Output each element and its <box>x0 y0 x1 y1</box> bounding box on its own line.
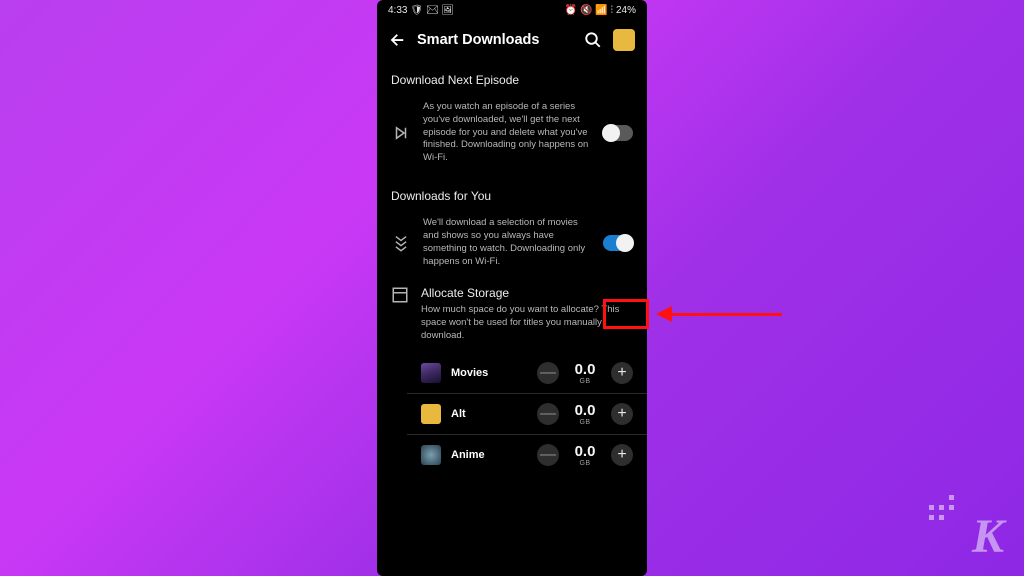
storage-row-anime: Anime — 0.0 GB + <box>407 435 647 475</box>
phone-frame: 4:33 🛡 ✉ 🖼 ⏰ 🔇 📶 ⫶ 24% Smart Downloads D… <box>377 0 647 576</box>
setting-row-downloads-for-you: We'll download a selection of movies and… <box>377 211 647 282</box>
movies-thumb <box>421 363 441 383</box>
anime-thumb <box>421 445 441 465</box>
anime-value: 0.0 GB <box>569 443 601 467</box>
downloads-for-you-desc: We'll download a selection of movies and… <box>423 217 591 268</box>
alt-thumb <box>421 404 441 424</box>
anime-increase-button[interactable]: + <box>611 444 633 466</box>
profile-avatar[interactable] <box>613 29 635 51</box>
status-bar: 4:33 🛡 ✉ 🖼 ⏰ 🔇 📶 ⫶ 24% <box>377 0 647 21</box>
storage-row-alt: Alt — 0.0 GB + <box>407 394 647 435</box>
downloads-for-you-icon <box>391 234 411 252</box>
allocate-storage-title: Allocate Storage <box>421 286 633 300</box>
section-title-next-episode: Download Next Episode <box>377 63 647 95</box>
next-episode-desc: As you watch an episode of a series you'… <box>423 101 591 165</box>
storage-icon <box>391 286 409 342</box>
setting-row-next-episode: As you watch an episode of a series you'… <box>377 95 647 179</box>
allocate-storage-desc: How much space do you want to allocate? … <box>421 304 633 342</box>
page-title: Smart Downloads <box>417 32 573 48</box>
anime-decrease-button[interactable]: — <box>537 444 559 466</box>
status-left-icons: 🛡 ✉ 🖼 <box>410 5 454 16</box>
watermark-dots <box>929 495 954 520</box>
section-title-downloads-for-you: Downloads for You <box>377 179 647 211</box>
back-button[interactable] <box>389 31 407 49</box>
alt-label: Alt <box>451 408 527 420</box>
status-time: 4:33 <box>388 5 407 16</box>
app-header: Smart Downloads <box>377 21 647 63</box>
next-episode-icon <box>391 124 411 142</box>
watermark-k: K <box>972 509 1004 564</box>
annotation-arrow <box>656 306 782 322</box>
storage-row-movies: Movies — 0.0 GB + <box>407 353 647 394</box>
status-right-icons: ⏰ 🔇 📶 ⫶ <box>565 5 613 16</box>
anime-label: Anime <box>451 449 527 461</box>
alt-increase-button[interactable]: + <box>611 403 633 425</box>
downloads-for-you-toggle[interactable] <box>603 235 633 251</box>
alt-decrease-button[interactable]: — <box>537 403 559 425</box>
alt-value: 0.0 GB <box>569 402 601 426</box>
movies-label: Movies <box>451 367 527 379</box>
status-battery: 24% <box>616 5 636 16</box>
next-episode-toggle[interactable] <box>603 125 633 141</box>
search-button[interactable] <box>583 30 603 50</box>
allocate-storage-block: Allocate Storage How much space do you w… <box>377 282 647 352</box>
movies-increase-button[interactable]: + <box>611 362 633 384</box>
movies-decrease-button[interactable]: — <box>537 362 559 384</box>
movies-value: 0.0 GB <box>569 361 601 385</box>
